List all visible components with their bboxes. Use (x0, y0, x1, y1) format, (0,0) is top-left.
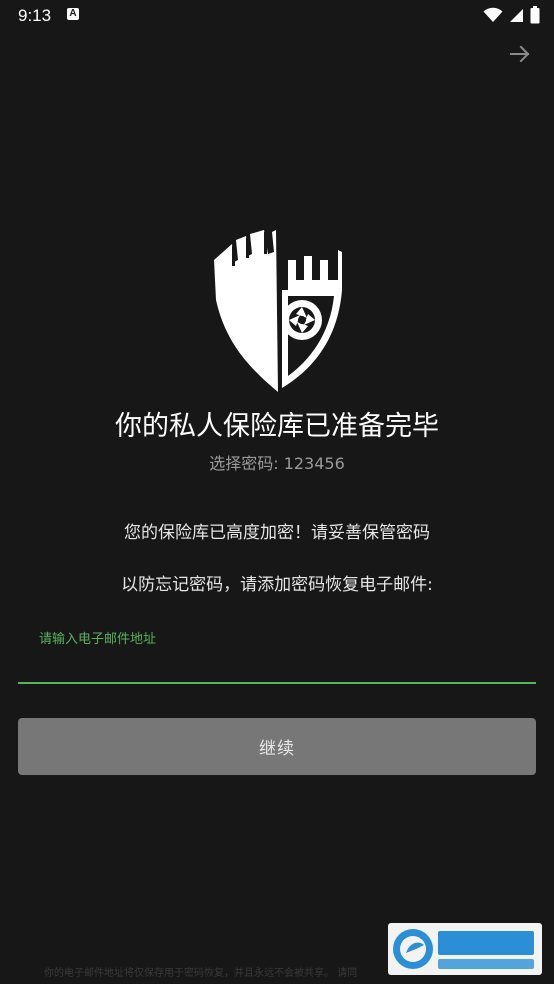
continue-button[interactable]: 继续 (18, 718, 536, 775)
a-letter-icon: A (67, 8, 79, 20)
fxxz-logo-icon (388, 923, 542, 975)
battery-icon (530, 6, 540, 24)
email-field-label: 请输入电子邮件地址 (39, 632, 157, 647)
password-hint: 选择密码: 123456 (209, 454, 345, 473)
castle-shield-camera-icon (214, 230, 342, 392)
privacy-footer-note: 你的电子邮件地址将仅保存用于密码恢复，并且永远不会被共享。 请同 (44, 968, 358, 979)
vault-ready-title: 你的私人保险库已准备完毕 (115, 411, 439, 442)
wifi-icon (483, 7, 503, 22)
cellular-signal-icon (510, 8, 523, 22)
email-field[interactable] (18, 650, 536, 684)
recovery-email-note: 以防忘记密码，请添加密码恢复电子邮件: (121, 575, 433, 595)
encryption-note: 您的保险库已高度加密！请妥善保管密码 (124, 523, 430, 543)
status-icons (483, 5, 540, 25)
status-bar: 9:13 A (0, 0, 554, 32)
arrow-right-icon[interactable] (508, 42, 532, 66)
status-time: 9:13 (18, 6, 52, 25)
